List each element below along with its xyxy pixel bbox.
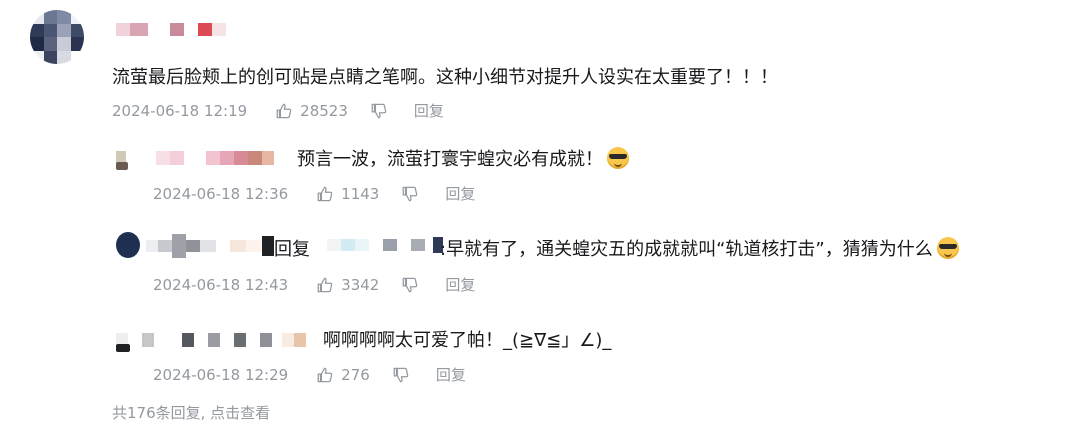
reply-text: 回复 [274, 235, 310, 261]
reply-meta: 2024-06-18 12:43 3342 回复 [153, 274, 475, 295]
reply-time: 2024-06-18 12:36 [153, 184, 289, 203]
reply-button[interactable]: 回复 [445, 183, 475, 204]
sunglasses-emoji-icon [607, 147, 629, 169]
mentioned-username[interactable] [327, 234, 443, 256]
username[interactable] [116, 22, 226, 37]
reply-text: :早就有了，通关蝗灾五的成就就叫“轨道核打击”，猜猜为什么 [440, 235, 959, 261]
thumbs-down-icon [393, 367, 409, 382]
dislike-button[interactable] [401, 185, 419, 203]
reply-text-content: 预言一波，流萤打寰宇蝗灾必有成就！ [297, 149, 603, 170]
reply-username[interactable] [146, 234, 274, 258]
reply-text: 啊啊啊啊太可爱了帕！_(≧∇≦」∠)_ [323, 330, 612, 351]
reply-avatar[interactable] [116, 162, 128, 170]
like-count: 28523 [300, 101, 348, 120]
thumbs-up-icon [317, 277, 333, 292]
reply-meta: 2024-06-18 12:29 276 回复 [153, 364, 466, 385]
dislike-button[interactable] [370, 102, 388, 120]
reply-text: 预言一波，流萤打寰宇蝗灾必有成就！ [297, 145, 629, 171]
thumbs-up-icon [317, 367, 333, 382]
comment-time: 2024-06-18 12:19 [112, 101, 248, 120]
reply-time: 2024-06-18 12:29 [153, 365, 289, 384]
sunglasses-emoji-icon [936, 237, 959, 259]
thumbs-up-icon [276, 103, 292, 118]
reply-button[interactable]: 回复 [414, 100, 444, 121]
view-more-replies-link[interactable]: 共176条回复, 点击查看 [112, 402, 270, 423]
reply-button[interactable]: 回复 [436, 364, 466, 385]
reply-button[interactable]: 回复 [445, 274, 475, 295]
like-count: 3342 [341, 275, 380, 294]
like-count: 1143 [341, 184, 380, 203]
like-count: 276 [341, 365, 370, 384]
reply-meta: 2024-06-18 12:36 1143 回复 [153, 183, 475, 204]
reply-username[interactable] [116, 328, 306, 352]
reply-avatar[interactable] [116, 344, 130, 352]
reply-time: 2024-06-18 12:43 [153, 275, 289, 294]
thumbs-down-icon [402, 186, 418, 201]
reply-text-content: :早就有了，通关蝗灾五的成就就叫“轨道核打击”，猜猜为什么 [440, 239, 933, 260]
thumbs-down-icon [371, 103, 387, 118]
like-button[interactable]: 3342 [316, 276, 379, 294]
thumbs-down-icon [402, 277, 418, 292]
comment-text: 流萤最后脸颊上的创可贴是点睛之笔啊。这种小细节对提升人设实在太重要了！！！ [112, 67, 778, 88]
avatar[interactable] [30, 10, 84, 64]
reply-avatar[interactable] [116, 232, 140, 258]
reply-username[interactable] [116, 148, 274, 168]
like-button[interactable]: 276 [316, 366, 370, 384]
dislike-button[interactable] [401, 276, 419, 294]
reply-prefix: 回复 [274, 239, 310, 260]
dislike-button[interactable] [392, 366, 410, 384]
like-button[interactable]: 28523 [275, 102, 348, 120]
thumbs-up-icon [317, 186, 333, 201]
comment-meta: 2024-06-18 12:19 28523 回复 [112, 100, 444, 121]
like-button[interactable]: 1143 [316, 185, 379, 203]
